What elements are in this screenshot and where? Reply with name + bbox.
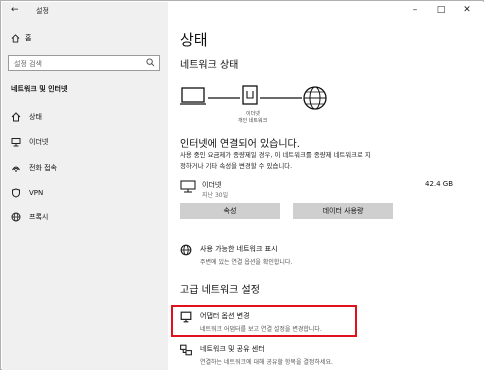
home-link[interactable]: 홈 <box>11 33 31 43</box>
sharing-center-desc: 연결하는 네트워크에 대해 공유할 항목을 결정하세요. <box>200 359 333 366</box>
home-icon <box>11 33 20 43</box>
ethernet-period: 지난 30일 <box>202 192 229 199</box>
section-title: 네트워크 및 인터넷 <box>11 85 68 93</box>
search-placeholder: 설정 검색 <box>14 60 42 68</box>
properties-button[interactable]: 속성 <box>180 203 280 219</box>
sidebar-item-vpn[interactable]: VPN <box>11 188 43 198</box>
sidebar-item-label: 상태 <box>29 113 42 121</box>
adapter-label: 이더넷 <box>246 111 260 117</box>
sharing-center-title: 네트워크 및 공유 센터 <box>200 345 265 353</box>
home-label: 홈 <box>25 34 32 42</box>
minimize-icon[interactable]: – <box>405 4 425 16</box>
sidebar-item-proxy[interactable]: 프록시 <box>11 212 48 222</box>
ethernet-icon <box>11 138 21 147</box>
search-input[interactable]: 설정 검색 <box>8 55 160 71</box>
sidebar-item-label: 전화 접속 <box>29 164 57 172</box>
sidebar-item-label: 이더넷 <box>29 138 49 146</box>
connection-description: 사용 중인 요금제가 종량제일 경우, 이 네트워크를 종량제 네트워크로 지정… <box>180 151 371 170</box>
internet-globe-icon <box>303 86 327 110</box>
advanced-settings-title: 고급 네트워크 설정 <box>180 285 260 296</box>
data-usage-button[interactable]: 데이터 사용량 <box>293 203 393 219</box>
globe-network-icon <box>180 244 192 256</box>
main-content: – □ ✕ 상태 네트워크 상태 이더넷 개인 네트워크 인터넷에 연결되어 있… <box>168 2 484 370</box>
sidebar-item-status[interactable]: 상태 <box>11 112 42 122</box>
back-arrow-icon[interactable]: ← <box>11 5 19 15</box>
show-networks-title: 사용 가능한 네트워크 표시 <box>200 245 278 253</box>
home-network-icon <box>11 112 21 122</box>
maximize-icon[interactable]: □ <box>431 4 451 16</box>
settings-window: ← 설정 홈 설정 검색 네트워크 및 인터넷 상태 이더넷 전화 접속 VPN… <box>0 0 484 370</box>
ethernet-name: 이더넷 <box>202 181 222 189</box>
close-icon[interactable]: ✕ <box>457 4 477 16</box>
ethernet-adapter-icon <box>242 85 258 105</box>
data-usage-amount: 42.4 GB <box>425 180 454 188</box>
network-status-title: 네트워크 상태 <box>180 60 239 71</box>
adapter-options-link[interactable]: 어댑터 옵션 변경 네트워크 어댑터를 보고 연결 설정을 변경합니다. <box>180 311 322 333</box>
globe-icon <box>11 212 21 222</box>
adapter-options-title: 어댑터 옵션 변경 <box>200 312 250 320</box>
sidebar: ← 설정 홈 설정 검색 네트워크 및 인터넷 상태 이더넷 전화 접속 VPN… <box>2 2 168 370</box>
connection-status: 인터넷에 연결되어 있습니다. <box>180 139 300 150</box>
sharing-center-link[interactable]: 네트워크 및 공유 센터 연결하는 네트워크에 대해 공유할 항목을 결정하세요… <box>180 344 333 366</box>
ethernet-icon <box>180 180 196 193</box>
sidebar-item-dialup[interactable]: 전화 접속 <box>11 163 57 173</box>
adapter-options-desc: 네트워크 어댑터를 보고 연결 설정을 변경합니다. <box>200 326 322 333</box>
sharing-center-icon <box>180 344 192 356</box>
adapter-monitor-icon <box>180 311 192 323</box>
show-networks-desc: 주변에 있는 연결 옵션을 확인합니다. <box>200 259 293 266</box>
sidebar-item-ethernet[interactable]: 이더넷 <box>11 137 48 147</box>
network-label: 개인 네트워크 <box>238 118 268 124</box>
laptop-icon <box>180 87 206 105</box>
sidebar-item-label: 프록시 <box>29 213 49 221</box>
window-title: 설정 <box>36 7 49 15</box>
show-networks-link[interactable]: 사용 가능한 네트워크 표시 주변에 있는 연결 옵션을 확인합니다. <box>180 244 292 266</box>
vpn-icon <box>12 188 20 198</box>
dialup-icon <box>12 166 20 172</box>
sidebar-item-label: VPN <box>29 189 44 197</box>
search-icon[interactable] <box>146 58 155 67</box>
page-title: 상태 <box>180 31 208 49</box>
